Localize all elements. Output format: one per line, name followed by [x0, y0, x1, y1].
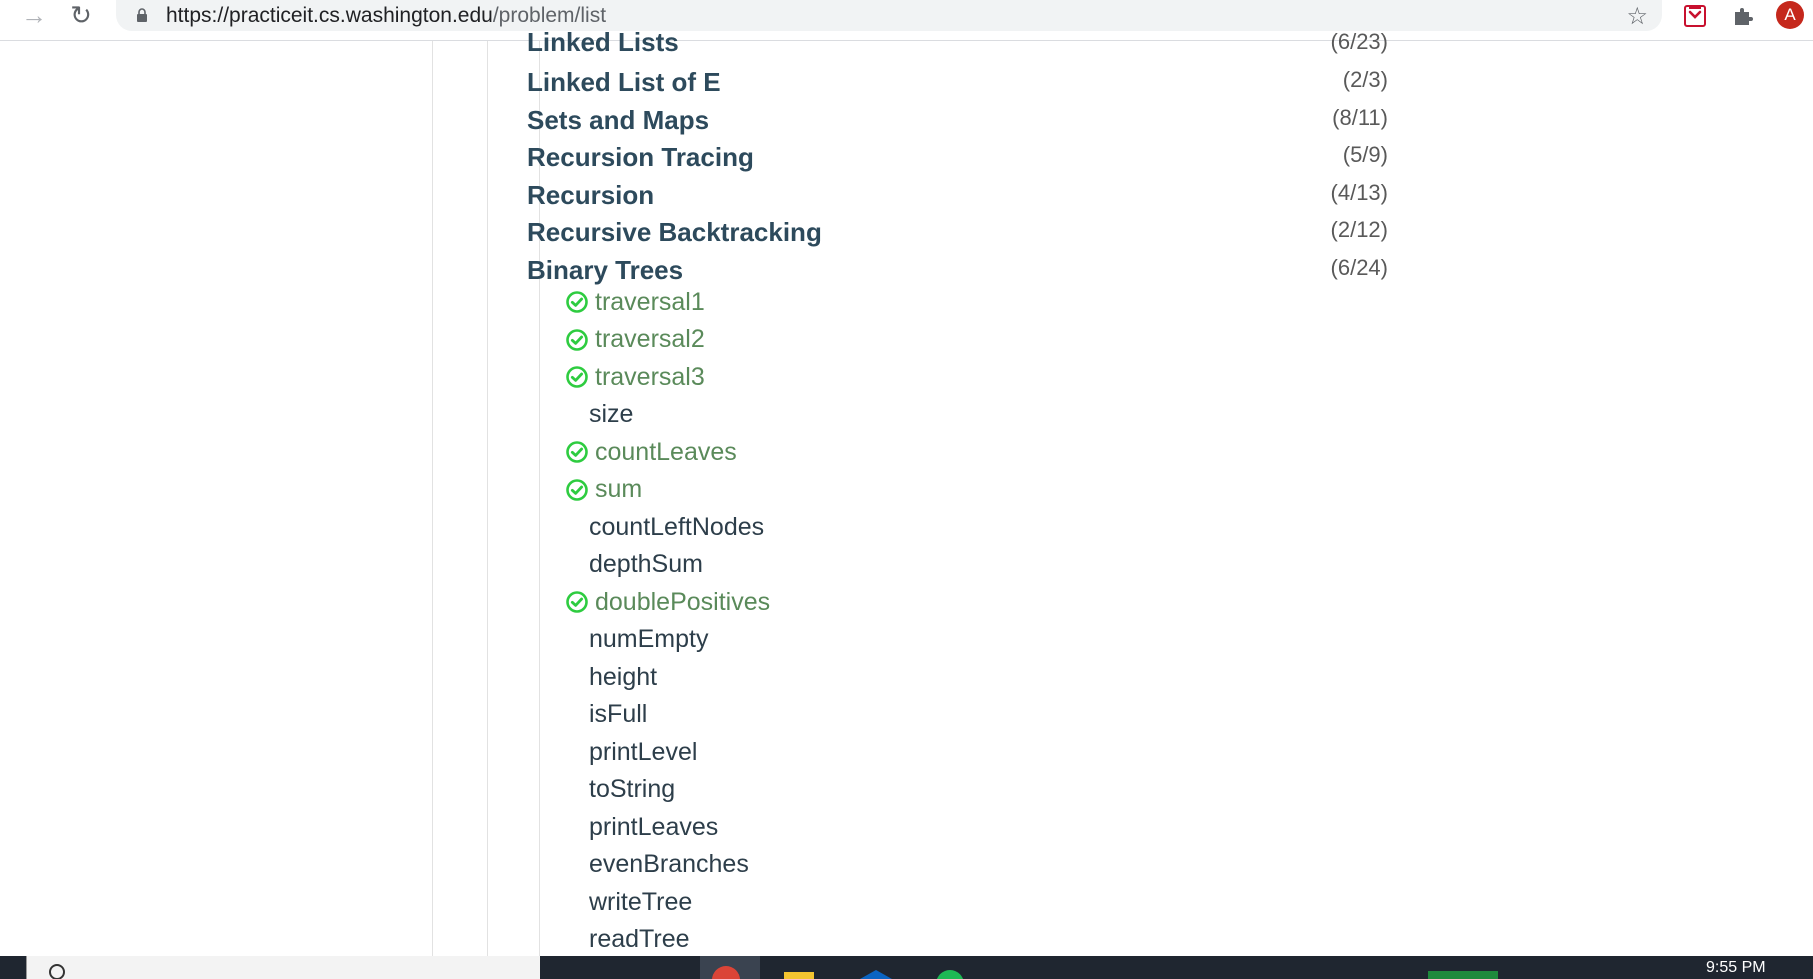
topic-count: (4/13)	[1330, 180, 1388, 205]
problem-name: traversal3	[595, 362, 705, 391]
taskbar-search-box[interactable]	[26, 956, 540, 979]
problem-link[interactable]: evenBranches	[589, 848, 749, 882]
problem-link[interactable]: size	[589, 398, 633, 432]
problem-link[interactable]: traversal1	[565, 285, 705, 319]
problem-name: isFull	[589, 700, 648, 728]
windows-taskbar: 9:55 PM	[0, 956, 1813, 979]
file-explorer-taskbar-icon[interactable]	[780, 956, 820, 979]
pocket-extension-icon[interactable]	[1681, 2, 1709, 30]
topic-count: (6/24)	[1330, 255, 1388, 280]
problem-name: evenBranches	[589, 850, 749, 878]
problem-name: toString	[589, 775, 676, 803]
problem-link[interactable]: isFull	[589, 698, 647, 732]
taskbar-clock: 9:55 PM	[1706, 959, 1766, 976]
lock-icon	[137, 8, 147, 22]
problem-name: printLeaves	[589, 812, 719, 841]
puzzle-icon	[1735, 8, 1753, 25]
problem-link[interactable]: countLeaves	[565, 435, 737, 469]
topic-link[interactable]: Sets and Maps	[527, 105, 709, 135]
check-circle-icon	[566, 478, 588, 501]
bookmark-star-icon[interactable]: ☆	[1626, 2, 1648, 31]
problem-name: printLevel	[589, 737, 698, 766]
problem-name: height	[589, 662, 658, 691]
problem-link[interactable]: doublePositives	[565, 585, 770, 619]
check-circle-icon	[566, 291, 588, 313]
mail-taskbar-icon[interactable]	[856, 956, 896, 979]
topic-link[interactable]: Recursive Backtracking	[527, 217, 822, 247]
pocket-icon	[1684, 5, 1706, 27]
problem-name: writeTree	[589, 887, 693, 916]
problem-link[interactable]: numEmpty	[589, 623, 708, 657]
check-circle-icon	[566, 366, 588, 388]
problem-link[interactable]: countLeftNodes	[589, 510, 764, 544]
topic-link[interactable]: Recursion Tracing	[527, 142, 754, 172]
reload-icon[interactable]: ↻	[64, 0, 98, 30]
topic-link[interactable]: Recursion	[527, 180, 654, 210]
forward-icon[interactable]: →	[17, 0, 51, 30]
problem-link[interactable]: height	[589, 660, 657, 694]
problem-name: doublePositives	[595, 587, 771, 616]
spotify-taskbar-icon[interactable]	[930, 956, 970, 979]
problem-name: size	[589, 400, 634, 428]
topic-link[interactable]: Linked Lists	[527, 27, 679, 57]
topic-count: (8/11)	[1332, 105, 1388, 130]
profile-avatar[interactable]: A	[1776, 1, 1804, 29]
problem-link[interactable]: depthSum	[589, 548, 703, 582]
topic-count: (5/9)	[1342, 142, 1388, 167]
problem-link[interactable]: writeTree	[589, 885, 692, 919]
chrome-taskbar-icon[interactable]	[700, 956, 760, 979]
tree-indent-line	[539, 41, 540, 956]
problem-link[interactable]: traversal3	[565, 360, 705, 394]
browser-toolbar: → ↻ https://practiceit.cs.washington.edu…	[0, 0, 1813, 41]
topic-count: (2/3)	[1342, 67, 1388, 92]
check-circle-icon	[566, 328, 588, 351]
column-divider	[487, 41, 488, 956]
problem-name: traversal2	[595, 325, 705, 353]
topic-link[interactable]: Linked List of E	[527, 67, 721, 97]
topic-count: (2/12)	[1330, 217, 1388, 242]
battery-indicator-icon	[1428, 971, 1498, 979]
problem-link[interactable]: readTree	[589, 923, 690, 957]
address-bar[interactable]: https://practiceit.cs.washington.edu/pro…	[116, 0, 1662, 31]
problem-link[interactable]: traversal2	[565, 323, 705, 357]
problem-link[interactable]: toString	[589, 773, 675, 807]
column-divider	[432, 41, 433, 956]
url-path: /problem/list	[492, 4, 607, 27]
problem-link[interactable]: printLeaves	[589, 810, 718, 844]
problem-name: sum	[595, 475, 643, 503]
search-icon	[49, 964, 65, 979]
problem-name: readTree	[589, 925, 690, 953]
problem-name: traversal1	[595, 287, 705, 316]
url-text: https://practiceit.cs.washington.edu/pro…	[166, 4, 606, 28]
problem-link[interactable]: sum	[565, 473, 642, 507]
url-host: https://practiceit.cs.washington.edu	[166, 4, 493, 27]
problem-name: numEmpty	[589, 625, 709, 653]
problem-name: countLeaves	[595, 437, 737, 466]
topic-count: (6/23)	[1330, 29, 1388, 54]
problem-link[interactable]: printLevel	[589, 735, 697, 769]
topic-link[interactable]: Binary Trees	[527, 255, 683, 285]
check-circle-icon	[566, 441, 588, 463]
problem-name: countLeftNodes	[589, 512, 765, 541]
problem-name: depthSum	[589, 550, 703, 578]
extensions-puzzle-icon[interactable]	[1729, 2, 1757, 30]
check-circle-icon	[566, 591, 588, 613]
